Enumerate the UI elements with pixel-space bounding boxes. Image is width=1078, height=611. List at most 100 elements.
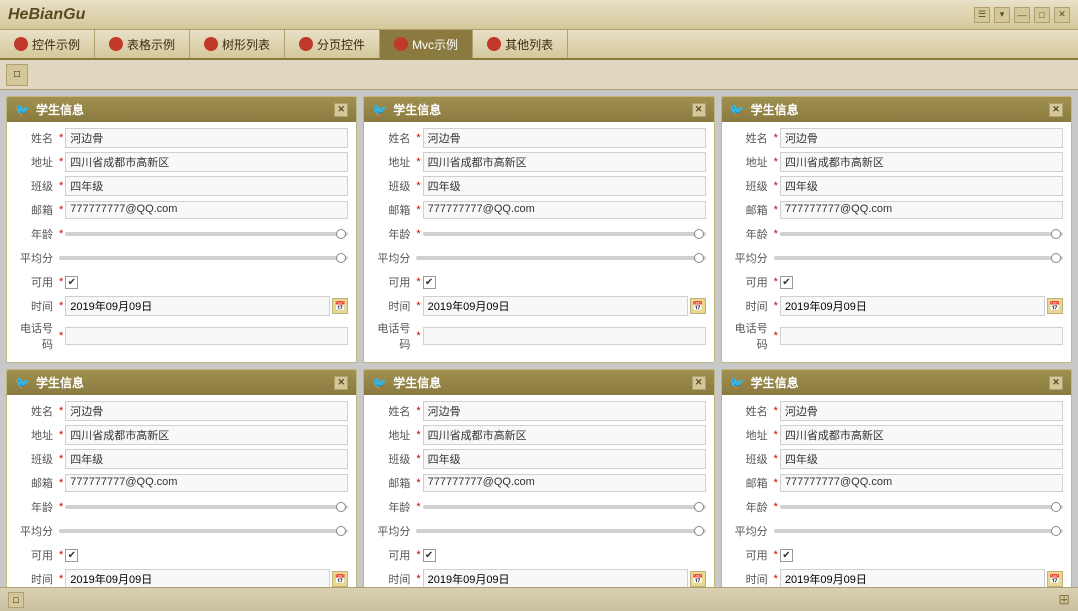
- card-3-available-check[interactable]: ✔: [780, 276, 793, 289]
- card-2-score-row: 平均分: [372, 248, 705, 268]
- controls-icon: [14, 37, 28, 51]
- dropdown-button[interactable]: ▾: [994, 7, 1010, 23]
- card-3-address-label: 地址: [730, 154, 774, 170]
- card-1-title: 学生信息: [36, 101, 84, 118]
- card-3-age-handle[interactable]: [1051, 229, 1061, 239]
- card-3-grade-value[interactable]: 四年级: [780, 176, 1063, 196]
- card-4-email-label: 邮箱: [15, 475, 59, 491]
- card-3-name-row: 姓名 * 河边骨: [730, 128, 1063, 148]
- card-3-age-track: [780, 232, 1063, 236]
- card-1-checkbox[interactable]: ✔: [65, 276, 78, 289]
- card-3-name-value[interactable]: 河边骨: [780, 128, 1063, 148]
- card-4-header-left: 🐦 学生信息: [15, 374, 84, 391]
- grid-icon: ⊞: [1058, 591, 1070, 608]
- card-2-date-value[interactable]: 2019年09月09日: [423, 296, 688, 316]
- card-1-address-row: 地址 * 四川省成都市高新区: [15, 152, 348, 172]
- status-bar-right: ⊞: [1058, 591, 1070, 608]
- card-4-score-handle[interactable]: [336, 526, 346, 536]
- card-3-phone-value[interactable]: [780, 327, 1063, 345]
- card-2-grade-value[interactable]: 四年级: [423, 176, 706, 196]
- card-6-header-left: 🐦 学生信息: [730, 374, 799, 391]
- maximize-button[interactable]: □: [1034, 7, 1050, 23]
- card-1-close[interactable]: ✕: [334, 103, 348, 117]
- menu-item-other[interactable]: 其他列表: [473, 30, 568, 58]
- card-2-calendar-icon[interactable]: 📅: [690, 298, 706, 314]
- card-1-age-handle[interactable]: [336, 229, 346, 239]
- card-4-available-check[interactable]: ✔: [65, 549, 78, 562]
- card-2-time-label: 时间: [372, 298, 416, 314]
- card-1-date-value[interactable]: 2019年09月09日: [65, 296, 330, 316]
- card-3-score-handle[interactable]: [1051, 253, 1061, 263]
- card-2-email-value[interactable]: 777777777@QQ.com: [423, 201, 706, 219]
- card-3-address-value[interactable]: 四川省成都市高新区: [780, 152, 1063, 172]
- card-2-age-handle[interactable]: [694, 229, 704, 239]
- card-6-close[interactable]: ✕: [1049, 376, 1063, 390]
- card-4-calendar-icon[interactable]: 📅: [332, 571, 348, 587]
- status-bar-button[interactable]: □: [8, 592, 24, 608]
- card-4-checkbox[interactable]: ✔: [65, 549, 78, 562]
- card-4-age-handle[interactable]: [336, 502, 346, 512]
- card-2-address-label: 地址: [372, 154, 416, 170]
- card-3-checkbox[interactable]: ✔: [780, 276, 793, 289]
- card-4-email-row: 邮箱 * 777777777@QQ.com: [15, 473, 348, 493]
- menu-item-mvc[interactable]: Mvc示例: [380, 30, 473, 58]
- card-1-phone-value[interactable]: [65, 327, 348, 345]
- card-3-close[interactable]: ✕: [1049, 103, 1063, 117]
- menu-item-table[interactable]: 表格示例: [95, 30, 190, 58]
- card-5-icon: 🐦: [372, 376, 387, 390]
- close-button[interactable]: ✕: [1054, 7, 1070, 23]
- card-4-name-value[interactable]: 河边骨: [65, 401, 348, 421]
- card-2-age-slider[interactable]: [423, 225, 706, 243]
- card-6-calendar-icon[interactable]: 📅: [1047, 571, 1063, 587]
- card-2-name-value[interactable]: 河边骨: [423, 128, 706, 148]
- minimize-button[interactable]: —: [1014, 7, 1030, 23]
- card-1-address-value[interactable]: 四川省成都市高新区: [65, 152, 348, 172]
- card-3-time-label: 时间: [730, 298, 774, 314]
- card-3-date-value[interactable]: 2019年09月09日: [780, 296, 1045, 316]
- card-2-address-value[interactable]: 四川省成都市高新区: [423, 152, 706, 172]
- card-4-email-value[interactable]: 777777777@QQ.com: [65, 474, 348, 492]
- card-1-email-value[interactable]: 777777777@QQ.com: [65, 201, 348, 219]
- card-1-score-slider[interactable]: [59, 249, 348, 267]
- card-4-score-row: 平均分: [15, 521, 348, 541]
- card-2-phone-label: 电话号码: [372, 320, 416, 352]
- toolbar-button[interactable]: □: [6, 64, 28, 86]
- card-2-close[interactable]: ✕: [692, 103, 706, 117]
- card-4-close[interactable]: ✕: [334, 376, 348, 390]
- card-5-calendar-icon[interactable]: 📅: [690, 571, 706, 587]
- card-1-grade-value[interactable]: 四年级: [65, 176, 348, 196]
- card-4-grade-value[interactable]: 四年级: [65, 449, 348, 469]
- card-4-score-slider[interactable]: [59, 522, 348, 540]
- menu-item-other-label: 其他列表: [505, 36, 553, 53]
- menu-button[interactable]: ☰: [974, 7, 990, 23]
- card-1-time-label: 时间: [15, 298, 59, 314]
- card-1-score-row: 平均分: [15, 248, 348, 268]
- menu-item-mvc-label: Mvc示例: [412, 36, 458, 53]
- card-2-score-slider[interactable]: [416, 249, 705, 267]
- card-1-score-handle[interactable]: [336, 253, 346, 263]
- card-1-phone-label: 电话号码: [15, 320, 59, 352]
- card-1-header-left: 🐦 学生信息: [15, 101, 84, 118]
- card-1-name-value[interactable]: 河边骨: [65, 128, 348, 148]
- card-4-address-value[interactable]: 四川省成都市高新区: [65, 425, 348, 445]
- card-1-age-slider[interactable]: [65, 225, 348, 243]
- card-3-date-container: 2019年09月09日 📅: [780, 296, 1063, 316]
- menu-item-controls[interactable]: 控件示例: [0, 30, 95, 58]
- menu-item-tree[interactable]: 树形列表: [190, 30, 285, 58]
- card-2-phone-value[interactable]: [423, 327, 706, 345]
- card-4-age-slider[interactable]: [65, 498, 348, 516]
- card-3-calendar-icon[interactable]: 📅: [1047, 298, 1063, 314]
- card-2-score-handle[interactable]: [694, 253, 704, 263]
- card-2-available-check[interactable]: ✔: [423, 276, 436, 289]
- menu-item-pager[interactable]: 分页控件: [285, 30, 380, 58]
- card-4: 🐦 学生信息 ✕ 姓名 * 河边骨 地址 * 四川省成都市高新区 班级: [6, 369, 357, 587]
- card-2-checkbox[interactable]: ✔: [423, 276, 436, 289]
- card-3-email-value[interactable]: 777777777@QQ.com: [780, 201, 1063, 219]
- card-3-score-slider[interactable]: [774, 249, 1063, 267]
- card-1-available-check[interactable]: ✔: [65, 276, 78, 289]
- card-4-date-value[interactable]: 2019年09月09日: [65, 569, 330, 587]
- card-1-calendar-icon[interactable]: 📅: [332, 298, 348, 314]
- card-4-address-label: 地址: [15, 427, 59, 443]
- card-5-close[interactable]: ✕: [692, 376, 706, 390]
- card-3-age-slider[interactable]: [780, 225, 1063, 243]
